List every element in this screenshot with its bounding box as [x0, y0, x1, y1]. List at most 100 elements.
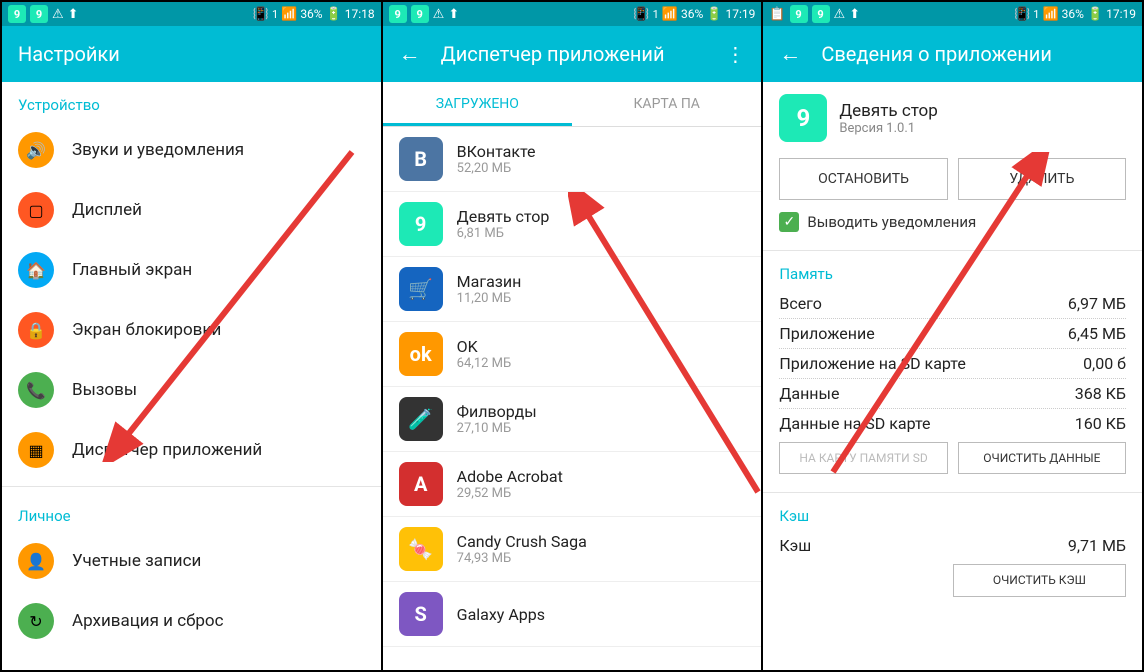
phone-icon: 📞	[26, 381, 46, 400]
app-icon: S	[399, 592, 443, 636]
row-label: Главный экран	[72, 260, 192, 280]
clear-data-button[interactable]: ОЧИСТИТЬ ДАННЫЕ	[958, 442, 1126, 474]
battery-text: 36%	[300, 7, 322, 21]
battery-icon: 🔋	[1087, 7, 1103, 22]
app-size: 74,93 МБ	[457, 551, 587, 566]
row-label: Диспетчер приложений	[72, 440, 262, 460]
app-row-candy[interactable]: 🍬 Candy Crush Saga74,93 МБ	[383, 517, 762, 582]
row-label: Учетные записи	[72, 551, 201, 571]
notif-app-icon: 9	[30, 5, 48, 23]
memory-header: Память	[779, 257, 1126, 289]
warning-icon: ⚠	[433, 7, 445, 22]
app-row-store[interactable]: 🛒 Магазин11,20 МБ	[383, 257, 762, 322]
vibrate-icon: 📳	[253, 7, 269, 22]
row-sounds[interactable]: 🔊 Звуки и уведомления	[2, 120, 381, 180]
app-icon: A	[399, 462, 443, 506]
row-app-manager[interactable]: ▦ Диспетчер приложений	[2, 420, 381, 480]
mem-row: Приложение6,45 МБ	[779, 319, 1126, 349]
app-bar: Настройки	[2, 26, 381, 82]
page-title: Диспетчер приложений	[441, 42, 706, 66]
divider	[763, 250, 1142, 251]
sim-indicator: 1	[272, 8, 278, 21]
app-row-filwords[interactable]: 🧪 Филворды27,10 МБ	[383, 387, 762, 452]
notif-app-icon: 9	[8, 5, 26, 23]
app-icon: B	[399, 137, 443, 181]
app-bar: ← Сведения о приложении	[763, 26, 1142, 82]
row-label: Экран блокировки	[72, 320, 221, 340]
clock-text: 17:19	[725, 7, 755, 21]
app-name: Galaxy Apps	[457, 605, 545, 624]
app-name: Девять стор	[839, 101, 937, 121]
section-personal: Личное	[2, 493, 381, 531]
app-icon: 🛒	[399, 267, 443, 311]
apps-icon: ▦	[28, 441, 43, 460]
app-version: Версия 1.0.1	[839, 121, 937, 136]
delete-button[interactable]: УДАЛИТЬ	[958, 158, 1126, 200]
account-icon: 👤	[26, 552, 46, 571]
battery-text: 36%	[1062, 7, 1084, 21]
checkbox-label: Выводить уведомления	[807, 213, 976, 231]
app-size: 11,20 МБ	[457, 291, 522, 306]
battery-icon: 🔋	[706, 7, 722, 22]
warning-icon: ⚠	[834, 7, 846, 22]
stop-button[interactable]: ОСТАНОВИТЬ	[779, 158, 947, 200]
signal-icon: 📶	[662, 7, 678, 22]
upload-icon: ⬆	[849, 7, 860, 22]
row-display[interactable]: ▢ Дисплей	[2, 180, 381, 240]
app-bar: ← Диспетчер приложений ⋮	[383, 26, 762, 82]
app-icon: 🧪	[399, 397, 443, 441]
app-row-ok[interactable]: ok OK64,12 МБ	[383, 322, 762, 387]
screen-settings: 9 9 ⚠ ⬆ 📳 1 📶 36% 🔋 17:18 Настройки Устр…	[2, 2, 381, 670]
app-icon: ok	[399, 332, 443, 376]
row-lock[interactable]: 🔒 Экран блокировки	[2, 300, 381, 360]
clipboard-icon: 📋	[769, 7, 785, 22]
row-label: Вызовы	[72, 380, 137, 400]
tab-sdcard[interactable]: КАРТА ПА	[572, 82, 761, 126]
cache-header: Кэш	[779, 499, 1126, 531]
app-row-acrobat[interactable]: A Adobe Acrobat29,52 МБ	[383, 452, 762, 517]
app-name: Девять стор	[457, 207, 550, 226]
row-calls[interactable]: 📞 Вызовы	[2, 360, 381, 420]
screen-app-info: 📋 9 9 ⚠ ⬆ 📳 1 📶 36% 🔋 17:19 ← Сведения о…	[763, 2, 1142, 670]
status-bar: 9 9 ⚠ ⬆ 📳 1 📶 36% 🔋 17:18	[2, 2, 381, 26]
row-backup[interactable]: ↻ Архивация и сброс	[2, 591, 381, 651]
page-title: Настройки	[18, 42, 365, 66]
mem-row: Приложение на SD карте0,00 б	[779, 349, 1126, 379]
tab-bar: ЗАГРУЖЕНО КАРТА ПА	[383, 82, 762, 127]
app-row-vk[interactable]: B ВКонтакте52,20 МБ	[383, 127, 762, 192]
app-name: OK	[457, 337, 512, 356]
tab-downloaded[interactable]: ЗАГРУЖЕНО	[383, 82, 572, 126]
row-home[interactable]: 🏠 Главный экран	[2, 240, 381, 300]
display-icon: ▢	[28, 201, 43, 220]
app-name: Магазин	[457, 272, 522, 291]
sim-indicator: 1	[653, 8, 659, 21]
sim-indicator: 1	[1033, 8, 1039, 21]
notif-app-icon: 9	[790, 5, 808, 23]
app-size: 52,20 МБ	[457, 161, 536, 176]
screen-app-manager: 9 9 ⚠ ⬆ 📳 1 📶 36% 🔋 17:19 ← Диспетчер пр…	[383, 2, 762, 670]
app-icon: 9	[779, 94, 827, 142]
overflow-menu-icon[interactable]: ⋮	[725, 42, 745, 66]
row-accounts[interactable]: 👤 Учетные записи	[2, 531, 381, 591]
check-icon: ✓	[779, 212, 799, 232]
divider	[763, 492, 1142, 493]
status-bar: 📋 9 9 ⚠ ⬆ 📳 1 📶 36% 🔋 17:19	[763, 2, 1142, 26]
notifications-checkbox-row[interactable]: ✓ Выводить уведомления	[763, 212, 1142, 244]
app-size: 27,10 МБ	[457, 421, 537, 436]
cache-row: Кэш9,71 МБ	[779, 531, 1126, 560]
section-device: Устройство	[2, 82, 381, 120]
app-size: 29,52 МБ	[457, 486, 563, 501]
mem-row: Всего6,97 МБ	[779, 289, 1126, 319]
back-icon[interactable]: ←	[399, 41, 421, 67]
app-name: Candy Crush Saga	[457, 532, 587, 551]
clear-cache-button[interactable]: ОЧИСТИТЬ КЭШ	[953, 564, 1126, 596]
app-row-nine[interactable]: 9 Девять стор6,81 МБ	[383, 192, 762, 257]
app-row-galaxy[interactable]: S Galaxy Apps	[383, 582, 762, 647]
lock-icon: 🔒	[26, 321, 46, 340]
back-icon[interactable]: ←	[779, 41, 801, 67]
warning-icon: ⚠	[52, 7, 64, 22]
mem-row: Данные368 КБ	[779, 379, 1126, 409]
upload-icon: ⬆	[68, 7, 79, 22]
home-icon: 🏠	[26, 261, 46, 280]
notif-app-icon: 9	[812, 5, 830, 23]
